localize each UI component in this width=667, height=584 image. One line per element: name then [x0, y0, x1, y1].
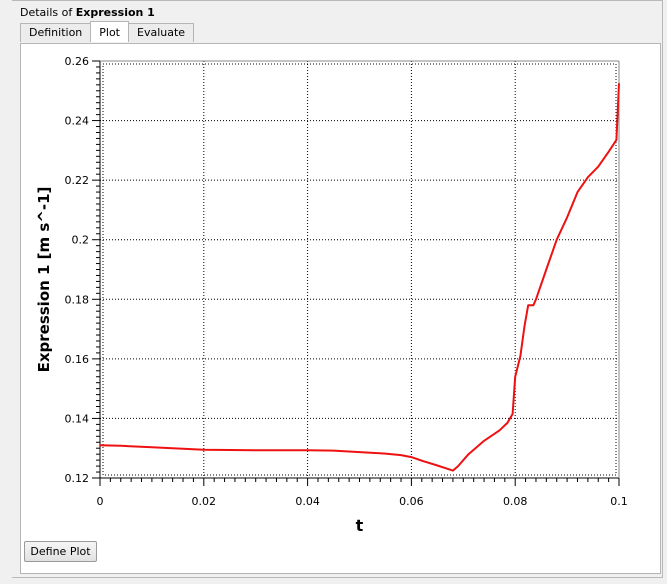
- plot-area: [100, 61, 619, 478]
- tab-evaluate[interactable]: Evaluate: [128, 23, 195, 42]
- y-tick-label: 0.12: [65, 472, 90, 485]
- x-tick-label: 0.02: [192, 495, 217, 508]
- tab-definition[interactable]: Definition: [20, 23, 92, 42]
- define-plot-button[interactable]: Define Plot: [24, 541, 97, 562]
- plot-tab-content: 0 0.02 0.04 0.06 0.08 0.1 0.12 0.14 0.16 0.18 0.2 0…: [20, 43, 661, 574]
- expression-plot[interactable]: 0 0.02 0.04 0.06 0.08 0.1 0.12 0.14 0.16 0.18 0.2 0…: [21, 44, 660, 534]
- x-tick-label: 0: [97, 495, 104, 508]
- y-tick-label: 0.16: [65, 353, 90, 366]
- details-tab-bar: Definition Plot Evaluate: [20, 21, 195, 43]
- x-tick-label: 0.04: [295, 495, 320, 508]
- y-tick-label: 0.24: [65, 115, 90, 128]
- y-tick-label: 0.14: [65, 412, 90, 425]
- y-tick-label: 0.18: [65, 293, 90, 306]
- tab-plot[interactable]: Plot: [90, 21, 129, 42]
- y-tick-label: 0.2: [72, 234, 90, 247]
- details-title-prefix: Details of: [20, 6, 76, 19]
- details-panel-title: Details of Expression 1: [20, 6, 155, 19]
- x-tick-label: 0.06: [399, 495, 424, 508]
- details-title-object: Expression 1: [75, 6, 155, 19]
- x-tick-label: 0.08: [503, 495, 528, 508]
- y-axis-label: Expression 1 [m s^-1]: [35, 187, 53, 373]
- y-tick-label: 0.22: [65, 174, 90, 187]
- x-tick-label: 0.1: [610, 495, 628, 508]
- y-tick-label: 0.26: [65, 55, 90, 68]
- x-axis-label: t: [356, 516, 364, 534]
